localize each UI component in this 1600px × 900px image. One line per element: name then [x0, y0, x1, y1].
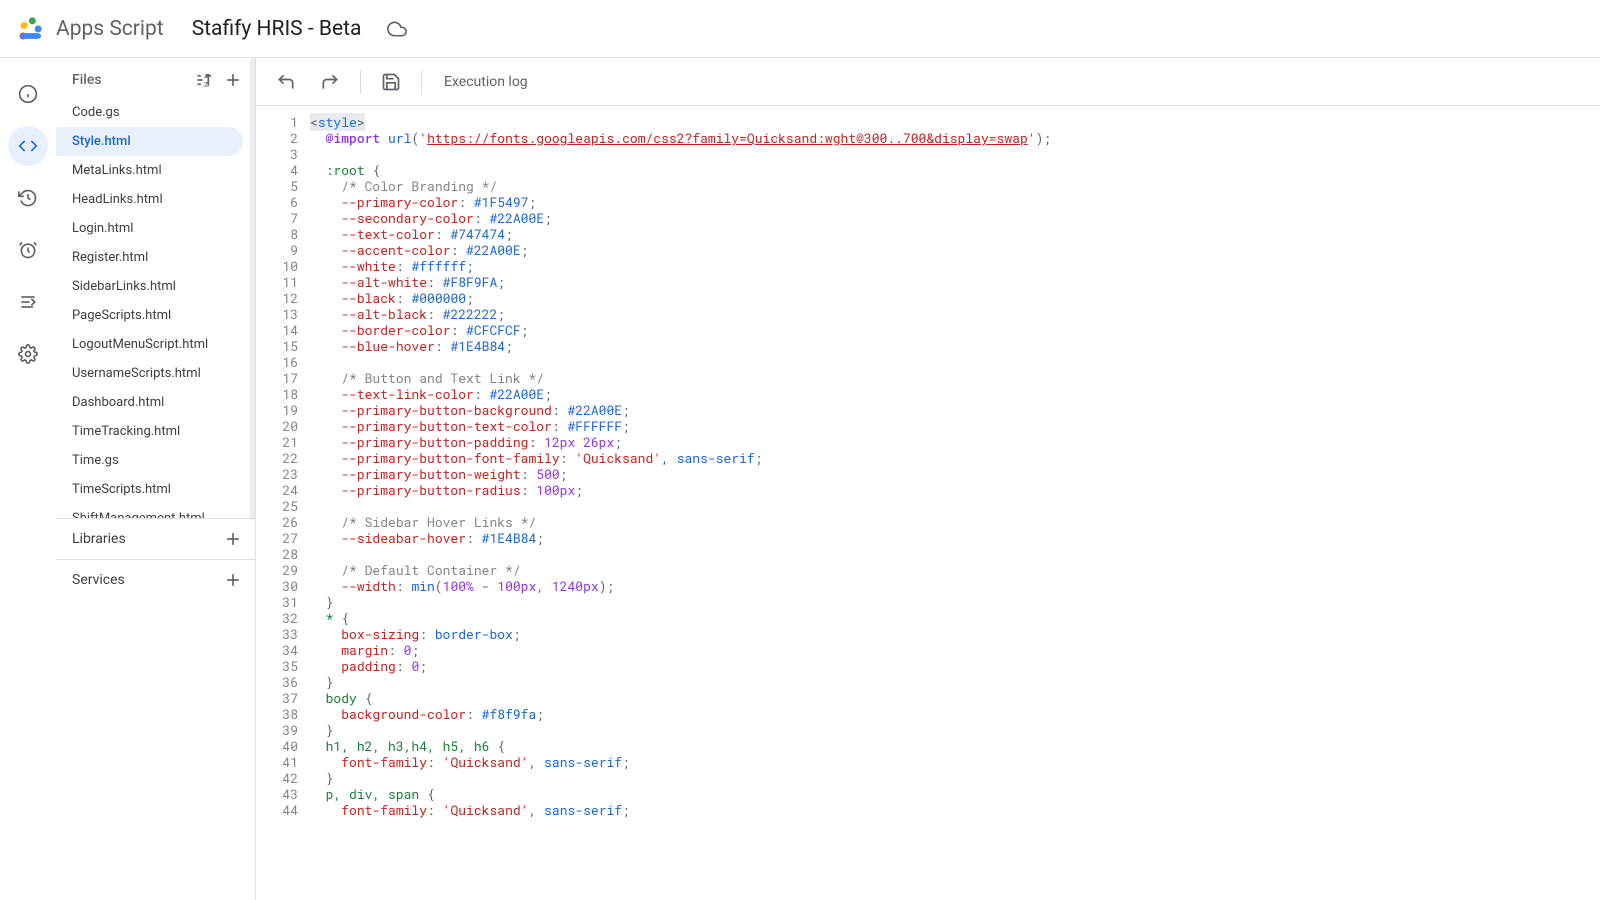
- file-item[interactable]: HeadLinks.html: [56, 185, 243, 214]
- file-item[interactable]: Style.html: [56, 127, 243, 156]
- main: Files AZ Code.gsStyle.htmlMetaLinks.html…: [0, 58, 1600, 900]
- libraries-label: Libraries: [72, 531, 126, 547]
- topbar: Apps Script Stafify HRIS - Beta: [0, 0, 1600, 58]
- nav-triggers[interactable]: [8, 230, 48, 270]
- add-library-icon[interactable]: [223, 529, 243, 549]
- apps-script-logo-icon: [16, 15, 44, 43]
- add-service-icon[interactable]: [223, 570, 243, 590]
- nav-history[interactable]: [8, 178, 48, 218]
- undo-button[interactable]: [268, 64, 304, 100]
- file-item[interactable]: Register.html: [56, 243, 243, 272]
- file-sidebar: Files AZ Code.gsStyle.htmlMetaLinks.html…: [56, 58, 256, 900]
- file-item[interactable]: Code.gs: [56, 98, 243, 127]
- execution-log-button[interactable]: Execution log: [434, 74, 538, 90]
- add-file-icon[interactable]: [223, 70, 243, 90]
- file-item[interactable]: Login.html: [56, 214, 243, 243]
- sort-files-icon[interactable]: AZ: [195, 70, 215, 90]
- nav-overview[interactable]: [8, 74, 48, 114]
- file-item[interactable]: Dashboard.html: [56, 388, 243, 417]
- editor-toolbar: Execution log: [256, 58, 1600, 106]
- code-editor[interactable]: 1234567891011121314151617181920212223242…: [256, 106, 1600, 900]
- files-header: Files AZ: [56, 58, 255, 98]
- services-row[interactable]: Services: [56, 560, 255, 600]
- file-item[interactable]: MetaLinks.html: [56, 156, 243, 185]
- file-item[interactable]: Time.gs: [56, 446, 243, 475]
- svg-text:A: A: [204, 72, 209, 80]
- file-item[interactable]: LogoutMenuScript.html: [56, 330, 243, 359]
- toolbar-divider: [360, 70, 361, 94]
- file-item[interactable]: SidebarLinks.html: [56, 272, 243, 301]
- save-button[interactable]: [373, 64, 409, 100]
- project-title[interactable]: Stafify HRIS - Beta: [192, 17, 362, 41]
- file-item[interactable]: TimeScripts.html: [56, 475, 243, 504]
- file-item[interactable]: PageScripts.html: [56, 301, 243, 330]
- cloud-save-icon[interactable]: [387, 19, 407, 39]
- file-item[interactable]: ShiftManagement.html: [56, 504, 243, 518]
- file-list: Code.gsStyle.htmlMetaLinks.htmlHeadLinks…: [56, 98, 255, 518]
- nav-editor[interactable]: [8, 126, 48, 166]
- files-label: Files: [72, 72, 102, 88]
- code-content[interactable]: <style> @import url('https://fonts.googl…: [306, 106, 1051, 900]
- product-name: Apps Script: [56, 17, 164, 41]
- editor-area: Execution log 12345678910111213141516171…: [256, 58, 1600, 900]
- redo-button[interactable]: [312, 64, 348, 100]
- line-gutter: 1234567891011121314151617181920212223242…: [256, 106, 306, 900]
- nav-settings[interactable]: [8, 334, 48, 374]
- libraries-row[interactable]: Libraries: [56, 519, 255, 559]
- file-item[interactable]: TimeTracking.html: [56, 417, 243, 446]
- services-label: Services: [72, 572, 125, 588]
- toolbar-divider: [421, 70, 422, 94]
- nav-executions[interactable]: [8, 282, 48, 322]
- left-nav: [0, 58, 56, 900]
- file-item[interactable]: UsernameScripts.html: [56, 359, 243, 388]
- svg-text:Z: Z: [204, 81, 208, 89]
